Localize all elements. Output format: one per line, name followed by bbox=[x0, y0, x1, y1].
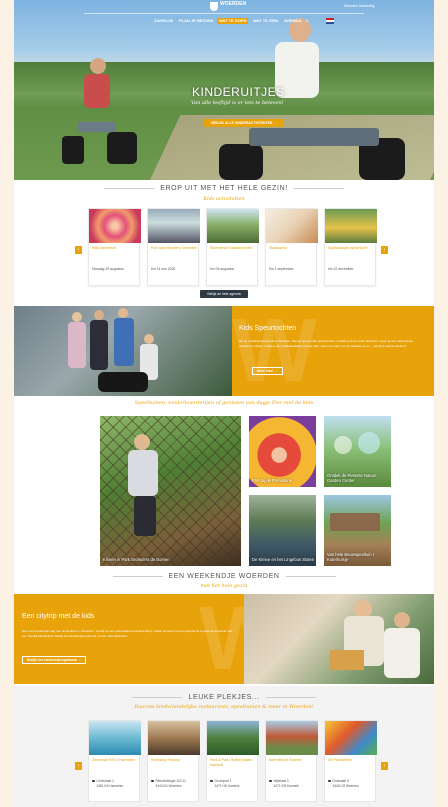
event-card[interactable]: Film speurtochten | Woerden t/m 14 mei 2… bbox=[147, 208, 200, 286]
nav-plan-je-bezoek[interactable]: PLAN JE BEZOEK bbox=[177, 18, 216, 24]
event-card[interactable]: Stadsspeur t/m 1 september bbox=[265, 208, 318, 286]
places-prev-button[interactable]: ‹ bbox=[75, 762, 82, 770]
events-next-button[interactable]: › bbox=[381, 246, 388, 254]
event-card[interactable]: Woerdense Bakseizoenen t/m 03 augustus bbox=[206, 208, 259, 286]
places-next-button[interactable]: › bbox=[381, 762, 388, 770]
tile-lingebos[interactable]: De Kleine en het Lingebos Sloten bbox=[249, 495, 316, 566]
place-title: Zwembad H2O | Harmelen bbox=[92, 758, 135, 762]
event-card[interactable]: Stadsbaasjes speurtocht t/m 22 december bbox=[324, 208, 377, 286]
w-watermark: W bbox=[232, 301, 317, 401]
weekend-title: Een citytrip met de kids bbox=[22, 613, 95, 620]
location-pin-icon bbox=[210, 779, 213, 782]
gokart-right bbox=[219, 18, 409, 180]
arrow-icon: → bbox=[77, 658, 82, 662]
event-title: Kids Adventure bbox=[92, 246, 117, 250]
hero-banner: WOERDEN Woerden Marketing ZAKELIJK PLAN … bbox=[14, 0, 434, 180]
place-image bbox=[325, 721, 377, 755]
location-pin-icon bbox=[92, 779, 95, 782]
shield-icon bbox=[210, 2, 218, 11]
location-pin-icon bbox=[151, 779, 154, 782]
event-image bbox=[325, 209, 377, 243]
nl-flag-icon[interactable] bbox=[326, 18, 334, 24]
place-card[interactable]: De Parkfabriek Drossaart 9 3446 CH Woerde… bbox=[324, 720, 377, 802]
event-title: Film speurtochten | Woerden bbox=[151, 246, 198, 250]
tile-prehistorie[interactable]: Pret bij de Prehistorie bbox=[249, 416, 316, 487]
location-pin-icon bbox=[269, 779, 272, 782]
events-prev-button[interactable]: ‹ bbox=[75, 246, 82, 254]
event-title: Stadsbaasjes speurtocht bbox=[328, 246, 368, 250]
tile-caption: De Kleine en het Lingebos Sloten bbox=[252, 557, 315, 562]
place-title: Park & Pad | Buiten plaats Kamerik bbox=[210, 758, 252, 767]
place-card[interactable]: Boerderij de Bosmer Wijstraat 3 3471 EM K… bbox=[265, 720, 318, 802]
place-card[interactable]: Park & Pad | Buiten plaats Kamerik Groen… bbox=[206, 720, 259, 802]
marketing-link[interactable]: Woerden Marketing bbox=[344, 4, 374, 8]
tile-caption: Pret bij de Prehistorie bbox=[252, 478, 293, 483]
event-date: t/m 14 mei 2025 bbox=[151, 267, 176, 271]
place-image bbox=[89, 721, 141, 755]
event-title: Woerdense Bakseizoenen bbox=[210, 246, 252, 250]
place-address: Wijstraat 3 3471 EM Kamerik bbox=[269, 779, 315, 788]
event-title: Stadsspeur bbox=[269, 246, 288, 250]
event-image bbox=[266, 209, 318, 243]
arrow-icon: → bbox=[274, 369, 278, 373]
hero-title: KINDERUITJES bbox=[192, 85, 285, 99]
event-date: t/m 03 augustus bbox=[210, 267, 235, 271]
tile-bouwspeeltuin[interactable]: Van hele Bouwspeeltuin t Koterhuisje bbox=[324, 495, 391, 566]
nav-wat-te-doen[interactable]: WAT TE DOEN bbox=[217, 18, 249, 24]
tile-caption: Ontdek de Pieterse Nature Garden Center bbox=[327, 473, 377, 483]
speur-more-button[interactable]: Meer info! → bbox=[252, 367, 283, 375]
place-address: Rietveldsingel 120-11 3443 KK Woerden bbox=[151, 779, 197, 788]
place-address: Groenpad 1 3471 HD Kamerik bbox=[210, 779, 256, 788]
logo[interactable]: WOERDEN bbox=[210, 0, 250, 14]
place-image bbox=[266, 721, 318, 755]
agenda-button[interactable]: Bekijk de hele agenda bbox=[200, 290, 248, 298]
search-icon[interactable]: ⌕ bbox=[306, 18, 312, 24]
event-image bbox=[148, 209, 200, 243]
weekend-text: Een cool weekendje weg met de kinderen i… bbox=[22, 629, 232, 638]
nav-wat-te-zien[interactable]: WAT TE ZIEN bbox=[251, 18, 280, 24]
tile-garden[interactable]: Ontdek de Pieterse Nature Garden Center bbox=[324, 416, 391, 487]
nav-agenda[interactable]: AGENDA bbox=[282, 18, 303, 24]
tile-caption: Klimen in Park Bromders de Bomen bbox=[103, 557, 170, 562]
event-date: Dinsdag 29 augustus bbox=[92, 267, 124, 271]
weekend-heading: EEN WEEKENDJE WOERDEN bbox=[14, 573, 434, 580]
places-script: Daarom kindvriendelijke restaurants, spe… bbox=[134, 704, 314, 710]
location-pin-icon bbox=[328, 779, 331, 782]
events-heading: EROP UIT MET HET HELE GEZIN! bbox=[14, 185, 434, 192]
tile-park[interactable]: Klimen in Park Bromders de Bomen bbox=[100, 416, 241, 566]
gokart-left bbox=[62, 58, 137, 164]
place-address: Lichtstraat 1 3481 EA Harmelen bbox=[92, 779, 138, 788]
tiles-script: Speeltuinen, kinderboerderijen of geniet… bbox=[134, 400, 314, 406]
event-image bbox=[89, 209, 141, 243]
place-title: Boerderij de Bosmer bbox=[269, 758, 302, 762]
place-card[interactable]: Zwembad H2O | Harmelen Lichtstraat 1 3481… bbox=[88, 720, 141, 802]
place-image bbox=[207, 721, 259, 755]
event-image bbox=[207, 209, 259, 243]
hero-button[interactable]: BEKIJK ALLE KINDERACTIVITEITEN → bbox=[204, 119, 284, 127]
event-card[interactable]: Kids Adventure Dinsdag 29 augustus bbox=[88, 208, 141, 286]
speur-title: Kids Speurtochten bbox=[239, 325, 297, 332]
hero-subtitle: Van alle leeftijd is er iets te beleven! bbox=[191, 100, 284, 106]
places-heading: LEUKE PLEKJES... bbox=[14, 694, 434, 701]
weekend-program-button[interactable]: Bekijk het weekendprogramma → bbox=[22, 656, 87, 664]
place-title: Workshop Factory bbox=[151, 758, 181, 762]
place-image bbox=[148, 721, 200, 755]
speur-image bbox=[14, 306, 232, 396]
speur-text: Ga op ontdekkingstocht door Woerden. Met… bbox=[239, 339, 413, 348]
page: WOERDEN Woerden Marketing ZAKELIJK PLAN … bbox=[14, 0, 434, 807]
weekend-image bbox=[244, 594, 434, 684]
event-date: t/m 1 september bbox=[269, 267, 294, 271]
events-script: Kids activiteiten bbox=[203, 196, 245, 202]
event-date: t/m 22 december bbox=[328, 267, 354, 271]
tile-caption: Van hele Bouwspeeltuin t Koterhuisje bbox=[327, 552, 374, 562]
place-address: Drossaart 9 3446 CH Woerden bbox=[328, 779, 374, 788]
nav-zakelijk[interactable]: ZAKELIJK bbox=[152, 18, 176, 24]
place-title: De Parkfabriek bbox=[328, 758, 352, 762]
arrow-icon: → bbox=[273, 121, 277, 125]
place-card[interactable]: Workshop Factory Rietveldsingel 120-11 34… bbox=[147, 720, 200, 802]
